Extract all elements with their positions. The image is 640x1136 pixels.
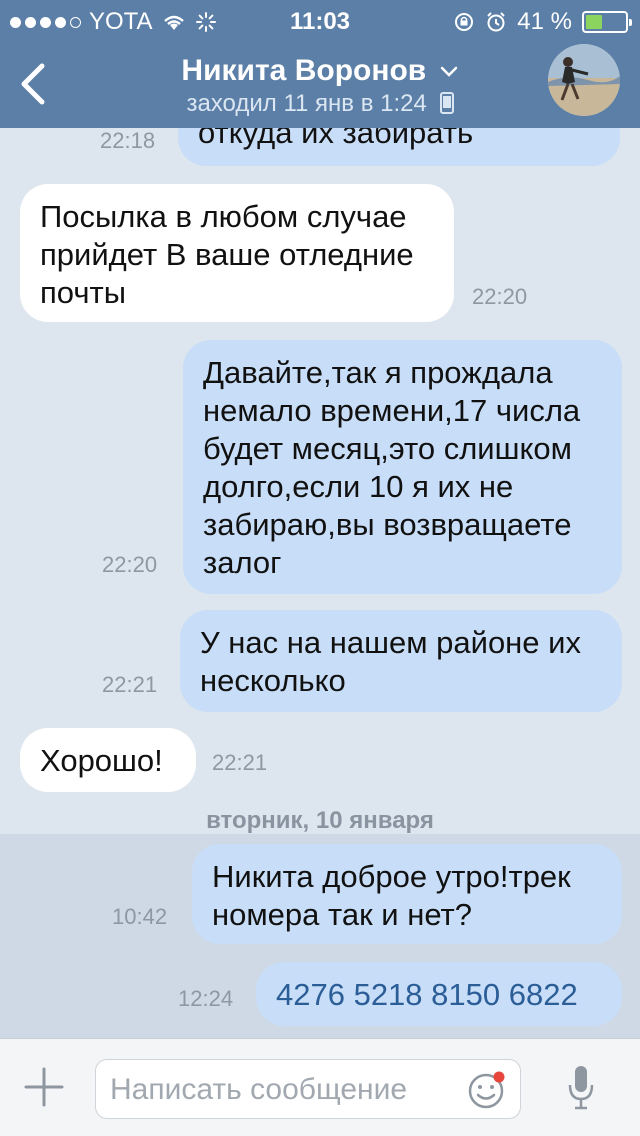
message-list[interactable]: откуда их забирать 22:18 Посылка в любом… [0, 128, 640, 1038]
alarm-icon [487, 12, 506, 32]
rotation-lock-icon [455, 13, 474, 31]
message-bubble-outgoing[interactable]: Никита доброе утро!трек номера так и нет… [192, 844, 622, 944]
message-time: 22:20 [102, 552, 158, 577]
chevron-down-icon [440, 66, 457, 77]
status-bar: YOTA 11:03 41 % [0, 0, 640, 40]
contact-name[interactable]: Никита Воронов [0, 54, 640, 88]
message-time: 22:21 [212, 750, 268, 775]
message-time: 12:24 [178, 986, 234, 1011]
contact-name-label: Никита Воронов [181, 54, 427, 87]
last-seen: заходил 11 янв в 1:24 [0, 90, 640, 118]
header: YOTA 11:03 41 % Никита Воронов заходил 1… [0, 0, 640, 128]
message-bubble-outgoing[interactable]: У нас на нашем районе их несколько [180, 610, 622, 712]
microphone-icon[interactable] [566, 1063, 596, 1113]
message-time: 22:18 [100, 128, 156, 153]
message-bubble-incoming[interactable]: Посылка в любом случае прийдет В ваше от… [20, 184, 454, 322]
message-bubble-outgoing[interactable]: откуда их забирать [178, 128, 620, 166]
battery-percent: 41 % [517, 8, 572, 35]
message-time: 22:20 [472, 284, 528, 309]
message-text: 4276 5218 8150 6822 [276, 977, 578, 1012]
message-composer [0, 1038, 640, 1136]
emoji-icon[interactable] [466, 1070, 506, 1110]
message-input-container [95, 1059, 521, 1119]
attach-plus-icon[interactable] [22, 1065, 66, 1109]
message-text: Давайте,так я прождала немало времени,17… [203, 355, 581, 580]
date-separator: вторник, 10 января [206, 807, 434, 834]
message-text: Посылка в любом случае прийдет В ваше от… [40, 199, 414, 310]
battery-fill [586, 15, 602, 29]
message-bubble-outgoing[interactable]: 4276 5218 8150 6822 [256, 962, 622, 1026]
avatar-photo [548, 44, 620, 116]
message-input[interactable] [110, 1070, 450, 1110]
status-right: 41 % [453, 8, 632, 36]
message-text: откуда их забирать [198, 128, 474, 150]
message-bubble-outgoing[interactable]: Давайте,так я прождала немало времени,17… [183, 340, 622, 594]
message-text: У нас на нашем районе их несколько [200, 625, 581, 698]
message-text: Никита доброе утро!трек номера так и нет… [212, 859, 571, 932]
message-time: 10:42 [112, 904, 168, 929]
battery-icon [582, 11, 632, 33]
avatar[interactable] [548, 44, 620, 116]
message-text: Хорошо! [40, 743, 163, 778]
message-time: 22:21 [102, 672, 158, 697]
message-bubble-incoming[interactable]: Хорошо! [20, 728, 196, 792]
last-seen-label: заходил 11 янв в 1:24 [186, 90, 427, 117]
mobile-device-icon [439, 92, 454, 114]
